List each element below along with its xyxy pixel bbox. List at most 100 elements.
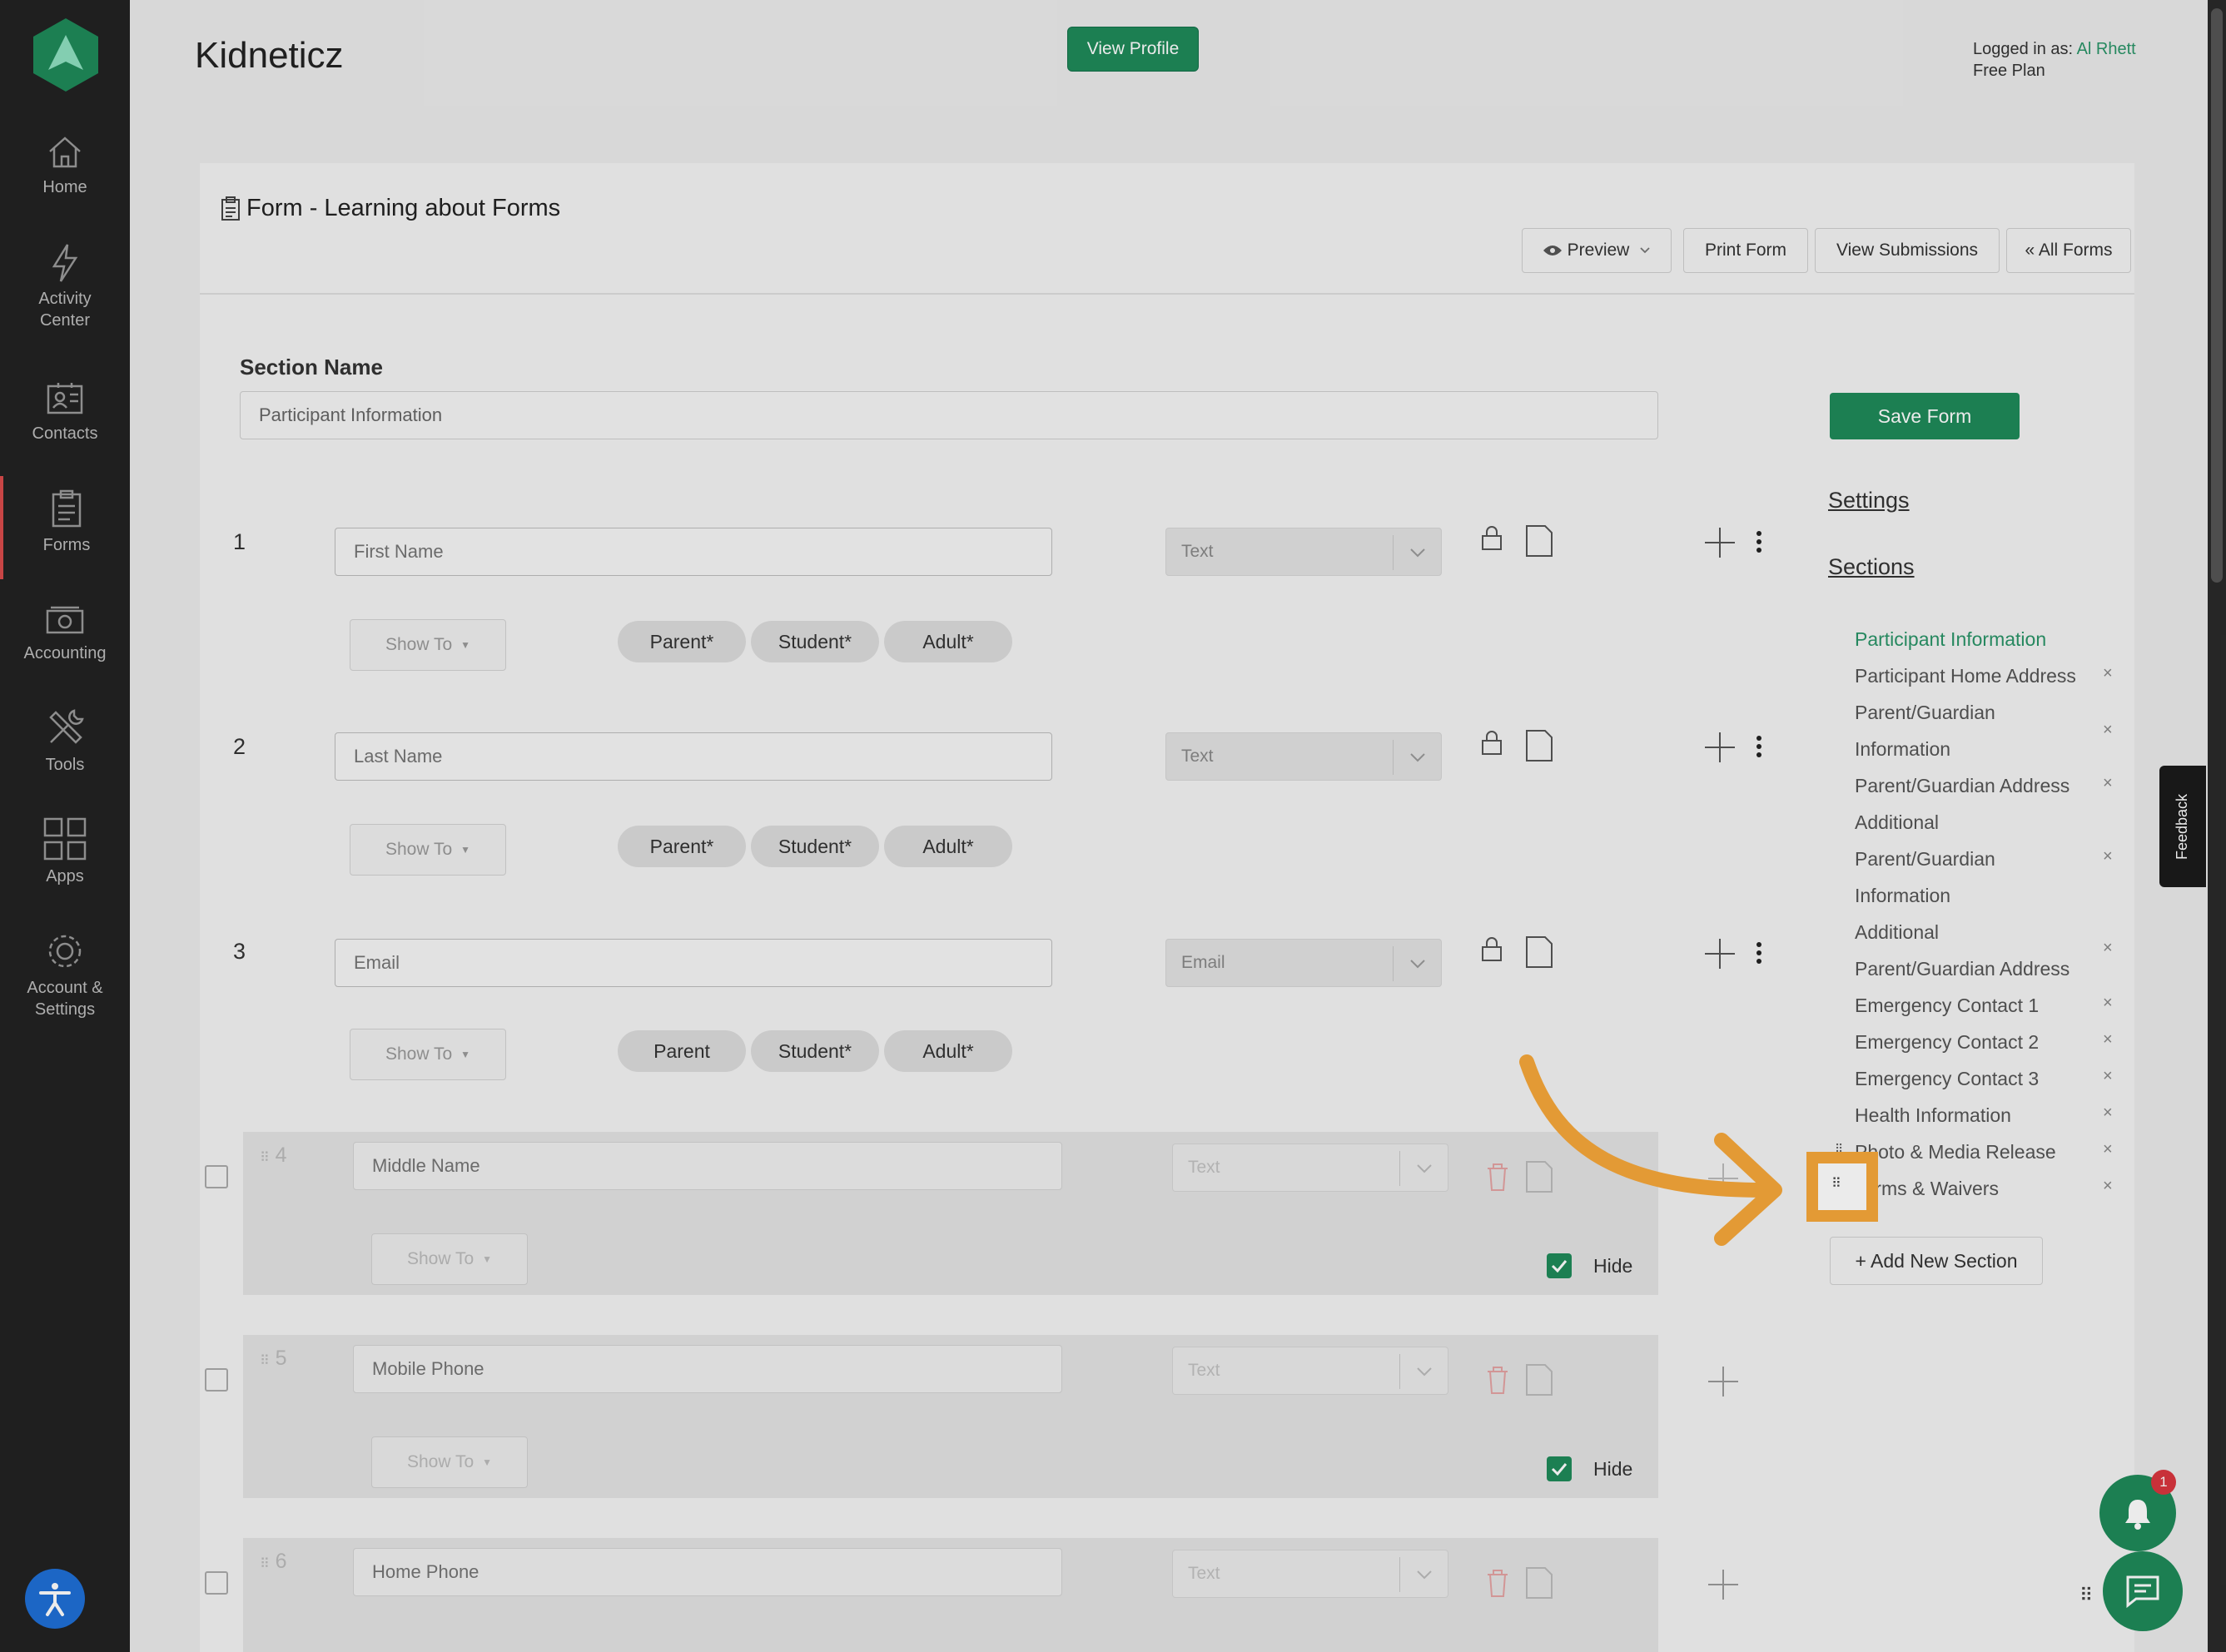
audience-chip-adult[interactable]: Adult* bbox=[884, 1030, 1012, 1072]
view-profile-button[interactable]: View Profile bbox=[1067, 27, 1199, 72]
preview-button[interactable]: Preview bbox=[1522, 228, 1672, 273]
section-item-health-information[interactable]: Health Information bbox=[1855, 1097, 2011, 1134]
sidebar-item-accounting[interactable]: Accounting bbox=[0, 604, 130, 664]
section-item-parent-guardian-address[interactable]: Parent/Guardian Address bbox=[1855, 767, 2069, 804]
copy-icon[interactable] bbox=[1525, 935, 1553, 969]
remove-section-icon[interactable]: × bbox=[2103, 847, 2113, 866]
sidebar-item-account-settings[interactable]: Account & Settings bbox=[0, 930, 130, 1020]
chat-button[interactable] bbox=[2103, 1551, 2183, 1631]
field-type-select[interactable]: Text bbox=[1172, 1347, 1448, 1395]
more-vertical-icon[interactable] bbox=[1755, 942, 1763, 964]
field-type-select[interactable]: Text bbox=[1172, 1144, 1448, 1192]
field-type-select[interactable]: Text bbox=[1165, 528, 1442, 576]
section-item-emergency-contact-3[interactable]: Emergency Contact 3 bbox=[1855, 1060, 2039, 1097]
drag-handle-icon[interactable]: ⠿ bbox=[1831, 1175, 1841, 1192]
sidebar-item-contacts[interactable]: Contacts bbox=[0, 380, 130, 444]
show-to-dropdown[interactable]: Show To ▼ bbox=[371, 1233, 528, 1285]
show-to-dropdown[interactable]: Show To ▼ bbox=[350, 1029, 506, 1080]
remove-section-icon[interactable]: × bbox=[2103, 721, 2113, 740]
show-to-dropdown[interactable]: Show To ▼ bbox=[350, 619, 506, 671]
section-item-parent-guardian-information-2[interactable]: Information bbox=[1855, 731, 1950, 767]
field-label-input[interactable] bbox=[353, 1142, 1062, 1190]
plus-icon[interactable] bbox=[1707, 1365, 1740, 1398]
print-form-button[interactable]: Print Form bbox=[1683, 228, 1808, 273]
remove-section-icon[interactable]: × bbox=[2103, 774, 2113, 793]
remove-section-icon[interactable]: × bbox=[2103, 1140, 2113, 1159]
section-item-additional-pg-information-3[interactable]: Information bbox=[1855, 877, 1950, 914]
drag-handle-icon[interactable]: ⠿ bbox=[260, 1354, 270, 1368]
plus-icon[interactable] bbox=[1703, 526, 1737, 559]
plus-icon[interactable] bbox=[1703, 937, 1737, 970]
plus-icon[interactable] bbox=[1707, 1568, 1740, 1601]
field-type-select[interactable]: Text bbox=[1172, 1550, 1448, 1598]
audience-chip-student[interactable]: Student* bbox=[751, 621, 879, 662]
field-label-input[interactable] bbox=[335, 939, 1052, 987]
show-to-dropdown[interactable]: Show To ▼ bbox=[371, 1436, 528, 1488]
field-label-input[interactable] bbox=[353, 1345, 1062, 1393]
remove-section-icon[interactable]: × bbox=[2103, 1104, 2113, 1123]
copy-icon[interactable] bbox=[1525, 524, 1553, 558]
sidebar-item-tools[interactable]: Tools bbox=[0, 707, 130, 776]
more-vertical-icon[interactable] bbox=[1755, 736, 1763, 757]
hide-checkbox[interactable] bbox=[1547, 1253, 1572, 1278]
audience-chip-parent[interactable]: Parent* bbox=[618, 621, 746, 662]
accessibility-button[interactable] bbox=[25, 1569, 85, 1629]
show-to-dropdown[interactable]: Show To ▼ bbox=[350, 824, 506, 876]
trash-icon[interactable] bbox=[1485, 1568, 1510, 1598]
audience-chip-student[interactable]: Student* bbox=[751, 826, 879, 867]
audience-chip-adult[interactable]: Adult* bbox=[884, 621, 1012, 662]
section-item-participant-information[interactable]: Participant Information bbox=[1855, 621, 2046, 657]
sidebar-item-home[interactable]: Home bbox=[0, 133, 130, 198]
settings-link[interactable]: Settings bbox=[1828, 488, 1910, 513]
section-item-emergency-contact-1[interactable]: Emergency Contact 1 bbox=[1855, 987, 2039, 1024]
save-form-button[interactable]: Save Form bbox=[1830, 393, 2020, 439]
app-logo[interactable] bbox=[32, 17, 100, 93]
row-select-checkbox[interactable] bbox=[205, 1165, 228, 1188]
row-select-checkbox[interactable] bbox=[205, 1571, 228, 1595]
remove-section-icon[interactable]: × bbox=[2103, 939, 2113, 958]
field-label-input[interactable] bbox=[353, 1548, 1062, 1596]
audience-chip-student[interactable]: Student* bbox=[751, 1030, 879, 1072]
drag-handle-icon[interactable]: ⠿ bbox=[260, 1151, 270, 1165]
row-select-checkbox[interactable] bbox=[205, 1368, 228, 1392]
section-item-parent-guardian-information[interactable]: Parent/Guardian bbox=[1855, 694, 1995, 731]
remove-section-icon[interactable]: × bbox=[2103, 1177, 2113, 1196]
remove-section-icon[interactable]: × bbox=[2103, 1067, 2113, 1086]
lock-icon[interactable] bbox=[1480, 935, 1503, 962]
user-link[interactable]: Al Rhett bbox=[2077, 40, 2136, 58]
remove-section-icon[interactable]: × bbox=[2103, 1030, 2113, 1049]
drag-handle-icon[interactable]: ⠿ bbox=[260, 1557, 270, 1571]
section-item-emergency-contact-2[interactable]: Emergency Contact 2 bbox=[1855, 1024, 2039, 1060]
section-item-additional-pg-address[interactable]: Additional bbox=[1855, 914, 1939, 950]
section-item-participant-home-address[interactable]: Participant Home Address bbox=[1855, 657, 2076, 694]
audience-chip-parent[interactable]: Parent* bbox=[618, 826, 746, 867]
section-item-additional-pg-information-2[interactable]: Parent/Guardian bbox=[1855, 841, 1995, 877]
field-label-input[interactable] bbox=[335, 528, 1052, 576]
drag-handle-highlight[interactable]: ⠿ bbox=[1806, 1152, 1878, 1222]
trash-icon[interactable] bbox=[1485, 1365, 1510, 1395]
field-type-select[interactable]: Email bbox=[1165, 939, 1442, 987]
copy-icon[interactable] bbox=[1525, 729, 1553, 762]
sidebar-item-forms[interactable]: Forms bbox=[0, 476, 130, 579]
section-item-additional-pg-address-2[interactable]: Parent/Guardian Address bbox=[1855, 950, 2069, 987]
remove-section-icon[interactable]: × bbox=[2103, 994, 2113, 1013]
drag-handle-icon[interactable]: ⠿ bbox=[2079, 1585, 2093, 1606]
sidebar-item-apps[interactable]: Apps bbox=[0, 817, 130, 887]
sections-link[interactable]: Sections bbox=[1828, 554, 1915, 580]
section-item-additional-pg-information[interactable]: Additional bbox=[1855, 804, 1939, 841]
plus-icon[interactable] bbox=[1703, 731, 1737, 764]
feedback-tab[interactable]: Feedback bbox=[2159, 766, 2206, 887]
all-forms-button[interactable]: « All Forms bbox=[2006, 228, 2131, 273]
add-new-section-button[interactable]: + Add New Section bbox=[1830, 1237, 2043, 1285]
copy-icon[interactable] bbox=[1525, 1363, 1553, 1397]
lock-icon[interactable] bbox=[1480, 524, 1503, 551]
audience-chip-parent[interactable]: Parent bbox=[618, 1030, 746, 1072]
sidebar-item-activity-center[interactable]: Activity Center bbox=[0, 243, 130, 331]
audience-chip-adult[interactable]: Adult* bbox=[884, 826, 1012, 867]
scrollbar-thumb[interactable] bbox=[2211, 8, 2223, 583]
section-name-input[interactable] bbox=[240, 391, 1658, 439]
more-vertical-icon[interactable] bbox=[1755, 531, 1763, 553]
section-item-photo-media-release[interactable]: Photo & Media Release bbox=[1855, 1134, 2056, 1170]
hide-checkbox[interactable] bbox=[1547, 1456, 1572, 1481]
remove-section-icon[interactable]: × bbox=[2103, 664, 2113, 683]
